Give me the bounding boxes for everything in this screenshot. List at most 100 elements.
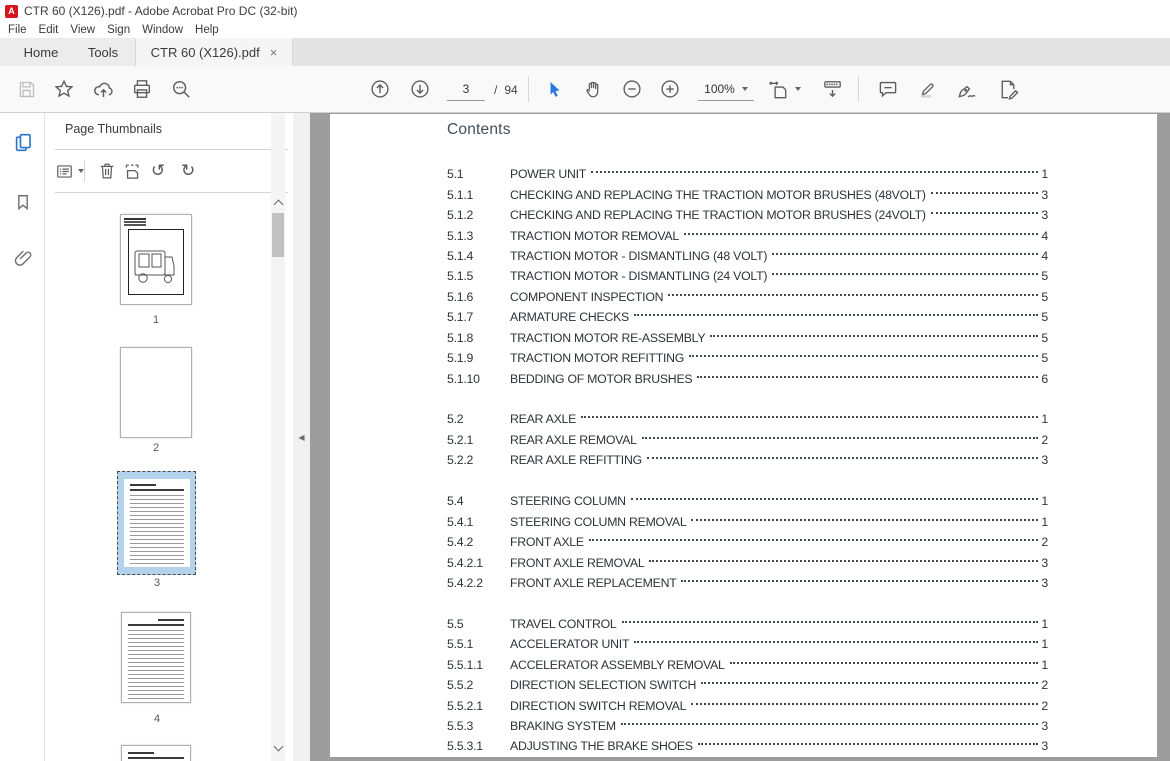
toc-entry: 5.2.1 REAR AXLE REMOVAL 2 (447, 430, 1048, 450)
toc-page-number: 1 (1040, 167, 1048, 181)
toc-entry-title: REAR AXLE (510, 412, 576, 426)
toc-entry: 5.1.7 ARMATURE CHECKS 5 (447, 307, 1048, 327)
document-view[interactable]: Contents 5.1 POWER UNIT 1 5.1.1 CHECKING… (310, 113, 1170, 761)
toc-dot-leader (647, 457, 1038, 459)
edit-pdf-button[interactable] (994, 66, 1022, 112)
plus-circle-icon (659, 78, 681, 100)
chevron-down-icon (795, 87, 801, 91)
toc-page-number: 3 (1040, 556, 1048, 570)
thumbnail-label[interactable]: 4 (121, 713, 193, 725)
window-title: CTR 60 (X126).pdf - Adobe Acrobat Pro DC… (24, 4, 297, 18)
contents-heading: Contents (447, 121, 511, 139)
toc-section-number: 5.5.3.1 (447, 739, 510, 753)
thumbnail-page-4[interactable] (121, 612, 191, 703)
toc-dot-leader (710, 335, 1038, 337)
toc-section-number: 5.2.2 (447, 453, 510, 467)
rotate-ccw-button[interactable]: ↺ (151, 158, 165, 184)
tab-home[interactable]: Home (10, 38, 72, 66)
thumbnail-page-3-selected[interactable] (117, 471, 196, 575)
tab-document-label: CTR 60 (X126).pdf (151, 45, 260, 60)
zoom-in-button[interactable] (656, 66, 684, 112)
search-button[interactable] (167, 66, 195, 112)
toc-section-number: 5.1.2 (447, 208, 510, 222)
thumbnail-page-5[interactable] (121, 745, 191, 761)
comment-button[interactable] (874, 66, 902, 112)
highlight-button[interactable] (914, 66, 942, 112)
panel-splitter[interactable]: ◀ (293, 113, 310, 761)
toc-dot-leader (622, 621, 1038, 623)
toc-section-number: 5.1.5 (447, 269, 510, 283)
select-tool-button[interactable] (540, 66, 568, 112)
toc-page-number: 2 (1040, 433, 1048, 447)
toc-page-number: 1 (1040, 658, 1048, 672)
panel-scrollbar-thumb[interactable] (272, 213, 284, 257)
menu-item[interactable]: Sign (107, 24, 139, 36)
reading-mode-button[interactable] (818, 66, 846, 112)
menu-item[interactable]: Edit (39, 24, 68, 36)
menu-bar: FileEditViewSignWindowHelp (0, 22, 1170, 38)
zoom-level-value: 100% (704, 82, 735, 96)
page-thumbnails-pane-button[interactable] (11, 130, 35, 154)
save-button[interactable] (12, 66, 40, 112)
tab-bar: Home Tools CTR 60 (X126).pdf × (0, 38, 1170, 66)
rotate-cw-button[interactable]: ↻ (181, 158, 195, 184)
delete-page-button[interactable] (97, 158, 117, 184)
toc-entry: 5.1.2 CHECKING AND REPLACING THE TRACTIO… (447, 205, 1048, 225)
toc-section-number: 5.5.1 (447, 637, 510, 651)
toc-section-number: 5.1.7 (447, 310, 510, 324)
toc-dot-leader (581, 416, 1038, 418)
panel-scrollbar-track[interactable] (271, 113, 285, 761)
toc-page-number: 3 (1040, 576, 1048, 590)
toc-section-number: 5.1.6 (447, 290, 510, 304)
tab-document[interactable]: CTR 60 (X126).pdf × (135, 38, 293, 66)
tab-tools-label: Tools (88, 45, 118, 60)
thumbnail-label[interactable]: 1 (120, 314, 192, 326)
toolbar-divider (858, 76, 859, 102)
menu-item[interactable]: View (70, 24, 104, 36)
toc-entry: 5.1.10 BEDDING OF MOTOR BRUSHES 6 (447, 368, 1048, 388)
thumbnail-page-1[interactable] (120, 214, 192, 305)
tab-close-icon[interactable]: × (270, 46, 278, 59)
thumbnail-cover-frame (128, 229, 184, 295)
collapse-panel-icon[interactable]: ◀ (298, 433, 304, 442)
toc-page-number: 3 (1040, 739, 1048, 753)
page-count: / 94 (494, 78, 518, 101)
toc-section-number: 5.1.4 (447, 249, 510, 263)
toc-entry-title: POWER UNIT (510, 167, 586, 181)
toc-entry-title: TRACTION MOTOR REMOVAL (510, 229, 679, 243)
thumbnail-label[interactable]: 3 (121, 577, 193, 589)
menu-item[interactable]: File (8, 24, 36, 36)
share-upload-button[interactable] (89, 66, 117, 112)
resize-pages-button[interactable] (123, 158, 143, 184)
bookmarks-pane-button[interactable] (11, 190, 35, 214)
star-icon (53, 78, 75, 100)
toc-page-number: 1 (1040, 637, 1048, 651)
star-favorites-button[interactable] (50, 66, 78, 112)
toc-dot-leader (589, 539, 1038, 541)
menu-item[interactable]: Window (142, 24, 192, 36)
attachments-pane-button[interactable] (11, 246, 35, 270)
previous-page-button[interactable] (366, 66, 394, 112)
menu-item[interactable]: Help (195, 24, 228, 36)
toc-entry: 5.5 TRAVEL CONTROL 1 (447, 614, 1048, 634)
page-number-value: 3 (463, 82, 470, 96)
toc-page-number: 5 (1040, 331, 1048, 345)
zoom-level-dropdown[interactable]: 100% (698, 78, 754, 101)
next-page-button[interactable] (406, 66, 434, 112)
toc-entry: 5.4 STEERING COLUMN 1 (447, 491, 1048, 511)
toc-entry-title: ADJUSTING THE BRAKE SHOES (510, 739, 693, 753)
print-button[interactable] (128, 66, 156, 112)
toc-page-number: 3 (1040, 719, 1048, 733)
thumbnail-label[interactable]: 2 (120, 442, 192, 454)
fill-sign-button[interactable] (952, 66, 980, 112)
panel-toolbar-divider (84, 160, 85, 182)
thumbnail-options-button[interactable] (55, 158, 84, 184)
toc-entry: 5.1.8 TRACTION MOTOR RE-ASSEMBLY 5 (447, 328, 1048, 348)
zoom-out-button[interactable] (618, 66, 646, 112)
page-number-input[interactable]: 3 (447, 78, 485, 101)
hand-tool-button[interactable] (579, 66, 607, 112)
toc-page-number: 1 (1040, 515, 1048, 529)
tab-tools[interactable]: Tools (72, 38, 134, 66)
page-display-dropdown[interactable] (764, 66, 804, 112)
thumbnail-page-2[interactable] (120, 347, 192, 438)
